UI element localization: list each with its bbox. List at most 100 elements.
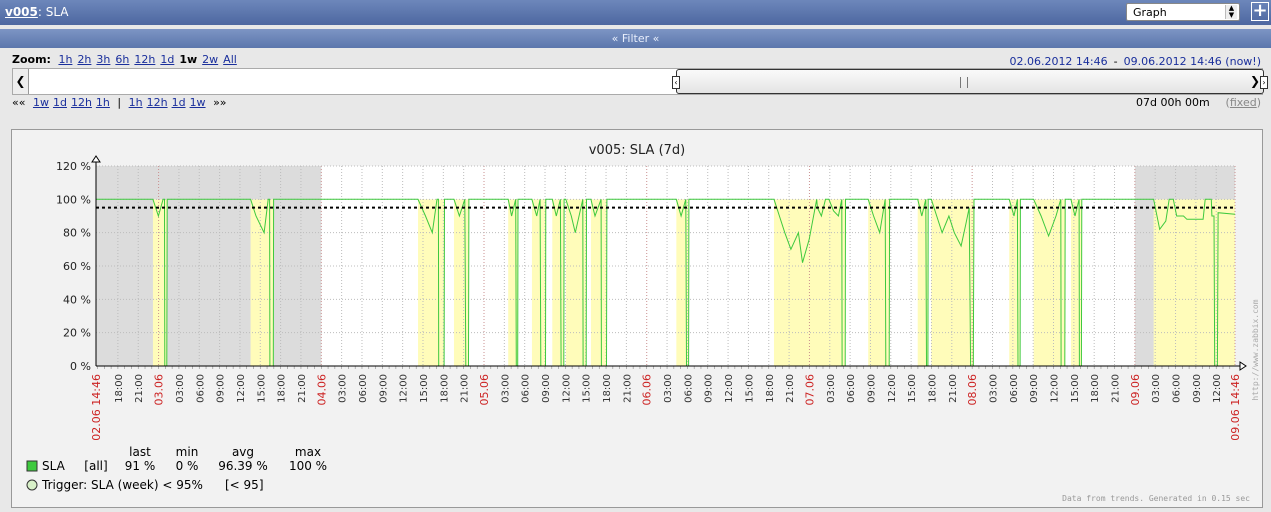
x-tick-label: 12:00 xyxy=(887,374,898,403)
legend-func: [all] xyxy=(84,459,107,473)
period-to[interactable]: 09.06.2012 14:46 (now!) xyxy=(1124,55,1261,68)
nav-forward-1d[interactable]: 1d xyxy=(172,96,186,109)
legend-header-max: max xyxy=(295,445,321,459)
nav-forward-1h[interactable]: 1h xyxy=(129,96,143,109)
filter-toggle[interactable]: « Filter « xyxy=(0,29,1271,48)
nav-back-all[interactable]: «« xyxy=(12,96,25,109)
x-tick-label: 21:00 xyxy=(460,374,471,403)
period-navigation: «« 1w 1d 12h 1h | 1h 12h 1d 1w »» xyxy=(12,96,231,109)
x-tick-label: 18:00 xyxy=(927,374,938,403)
x-tick-label: 12:00 xyxy=(236,374,247,403)
nav-forward-12h[interactable]: 12h xyxy=(147,96,168,109)
problem-band xyxy=(590,199,607,366)
zoom-option-1d[interactable]: 1d xyxy=(160,53,174,66)
x-tick-label: 09:00 xyxy=(378,374,389,403)
zoom-option-All[interactable]: All xyxy=(223,53,237,66)
nav-forward-all[interactable]: »» xyxy=(213,96,226,109)
grip-icon xyxy=(960,77,968,88)
nav-divider: | xyxy=(117,96,122,109)
x-tick-label: 15:00 xyxy=(1070,374,1081,403)
zoom-option-2h[interactable]: 2h xyxy=(77,53,91,66)
legend-avg: 96.39 % xyxy=(218,459,268,473)
problem-band xyxy=(1009,199,1021,366)
x-tick-label: 09:00 xyxy=(1192,374,1203,403)
y-tick-label: 80 % xyxy=(63,227,91,240)
y-tick-label: 40 % xyxy=(63,293,91,306)
x-tick-label: 06:00 xyxy=(846,374,857,403)
zoom-option-1h[interactable]: 1h xyxy=(58,53,72,66)
zoom-option-3h[interactable]: 3h xyxy=(96,53,110,66)
zoom-label: Zoom: xyxy=(12,53,51,66)
x-tick-label: 09.06 14:46 xyxy=(1229,374,1242,441)
sla-graph: v005: SLA (7d) 0 % 20 % 40 % 60 % 80 % 100 % 12… xyxy=(26,143,1260,503)
fullscreen-button[interactable]: + xyxy=(1251,2,1269,21)
watermark: http://www.zabbix.com xyxy=(1251,299,1260,400)
nav-forward-1w[interactable]: 1w xyxy=(190,96,206,109)
y-tick-label: 60 % xyxy=(63,260,91,273)
thumb-left-handle-icon[interactable]: ‹ xyxy=(672,76,680,89)
view-select[interactable]: Graph ▲ ▼ xyxy=(1126,3,1240,21)
x-tick-label: 12:00 xyxy=(399,374,410,403)
nav-back-1h[interactable]: 1h xyxy=(96,96,110,109)
trigger-legend-condition: [< 95] xyxy=(225,478,264,492)
period-from[interactable]: 02.06.2012 14:46 xyxy=(1009,55,1107,68)
legend-header-avg: avg xyxy=(232,445,254,459)
x-tick-label: 03:00 xyxy=(988,374,999,403)
legend-header-last: last xyxy=(129,445,151,459)
x-tick-label: 18:00 xyxy=(765,374,776,403)
y-tick-label: 120 % xyxy=(56,160,91,173)
x-tick-label: 09:00 xyxy=(541,374,552,403)
zoom-option-2w[interactable]: 2w xyxy=(202,53,218,66)
y-axis-arrow-icon xyxy=(91,155,101,163)
host-link[interactable]: v005 xyxy=(5,5,38,19)
x-tick-label: 15:00 xyxy=(744,374,755,403)
zoom-option-1w[interactable]: 1w xyxy=(179,53,197,66)
problem-band xyxy=(868,199,890,366)
fixed-link[interactable]: fixed xyxy=(1230,96,1257,109)
x-tick-label: 09.06 xyxy=(1129,374,1142,406)
x-tick-label: 03:00 xyxy=(663,374,674,403)
x-tick-label: 15:00 xyxy=(907,374,918,403)
page-title: v005: SLA xyxy=(5,5,69,19)
x-tick-label: 06.06 xyxy=(641,374,654,406)
x-tick-label: 21:00 xyxy=(297,374,308,403)
view-select-value: Graph xyxy=(1133,6,1167,19)
x-tick-label: 06:00 xyxy=(683,374,694,403)
nav-back-1d[interactable]: 1d xyxy=(53,96,67,109)
page-title-rest: : SLA xyxy=(37,5,69,19)
x-tick-label: 03:00 xyxy=(826,374,837,403)
x-tick-label: 06:00 xyxy=(358,374,369,403)
x-tick-label: 09:00 xyxy=(1029,374,1040,403)
x-tick-label: 12:00 xyxy=(1050,374,1061,403)
footer-note: Data from trends. Generated in 0.15 sec xyxy=(1062,494,1250,503)
period-scrollbar[interactable]: ❮ ‹ › ❯ xyxy=(12,68,1268,95)
x-tick-label: 02.06 14:46 xyxy=(90,374,103,441)
scroll-right-icon[interactable]: ❯ xyxy=(1248,69,1262,94)
y-tick-label: 0 % xyxy=(70,360,91,373)
problem-band xyxy=(453,199,469,366)
header-bar: v005: SLA Graph ▲ ▼ + xyxy=(0,0,1271,25)
nav-back-links: 1w 1d 12h 1h xyxy=(33,96,114,109)
x-tick-label: 07.06 xyxy=(803,374,816,406)
chart-title: v005: SLA (7d) xyxy=(589,143,686,158)
zoom-row: Zoom: 1h 2h 3h 6h 12h 1d 1w 2w All xyxy=(12,53,242,66)
x-tick-label: 03:00 xyxy=(1151,374,1162,403)
problem-band xyxy=(1070,199,1082,366)
nav-back-12h[interactable]: 12h xyxy=(71,96,92,109)
problem-band xyxy=(1153,199,1235,366)
x-tick-label: 21:00 xyxy=(785,374,796,403)
zoom-option-6h[interactable]: 6h xyxy=(115,53,129,66)
scrollbar-thumb[interactable]: ‹ › xyxy=(672,69,1268,94)
scroll-left-icon[interactable]: ❮ xyxy=(13,69,29,94)
fixed-toggle[interactable]: (fixed) xyxy=(1226,96,1261,109)
x-tick-label: 18:00 xyxy=(439,374,450,403)
x-tick-label: 21:00 xyxy=(948,374,959,403)
x-tick-label: 05.06 xyxy=(478,374,491,406)
filter-label: Filter xyxy=(621,32,650,45)
nav-back-1w[interactable]: 1w xyxy=(33,96,49,109)
x-tick-label: 03:00 xyxy=(338,374,349,403)
legend-header-min: min xyxy=(176,445,199,459)
zoom-option-12h[interactable]: 12h xyxy=(134,53,155,66)
legend-max: 100 % xyxy=(289,459,327,473)
chevron-up-double-icon: « xyxy=(652,32,660,45)
